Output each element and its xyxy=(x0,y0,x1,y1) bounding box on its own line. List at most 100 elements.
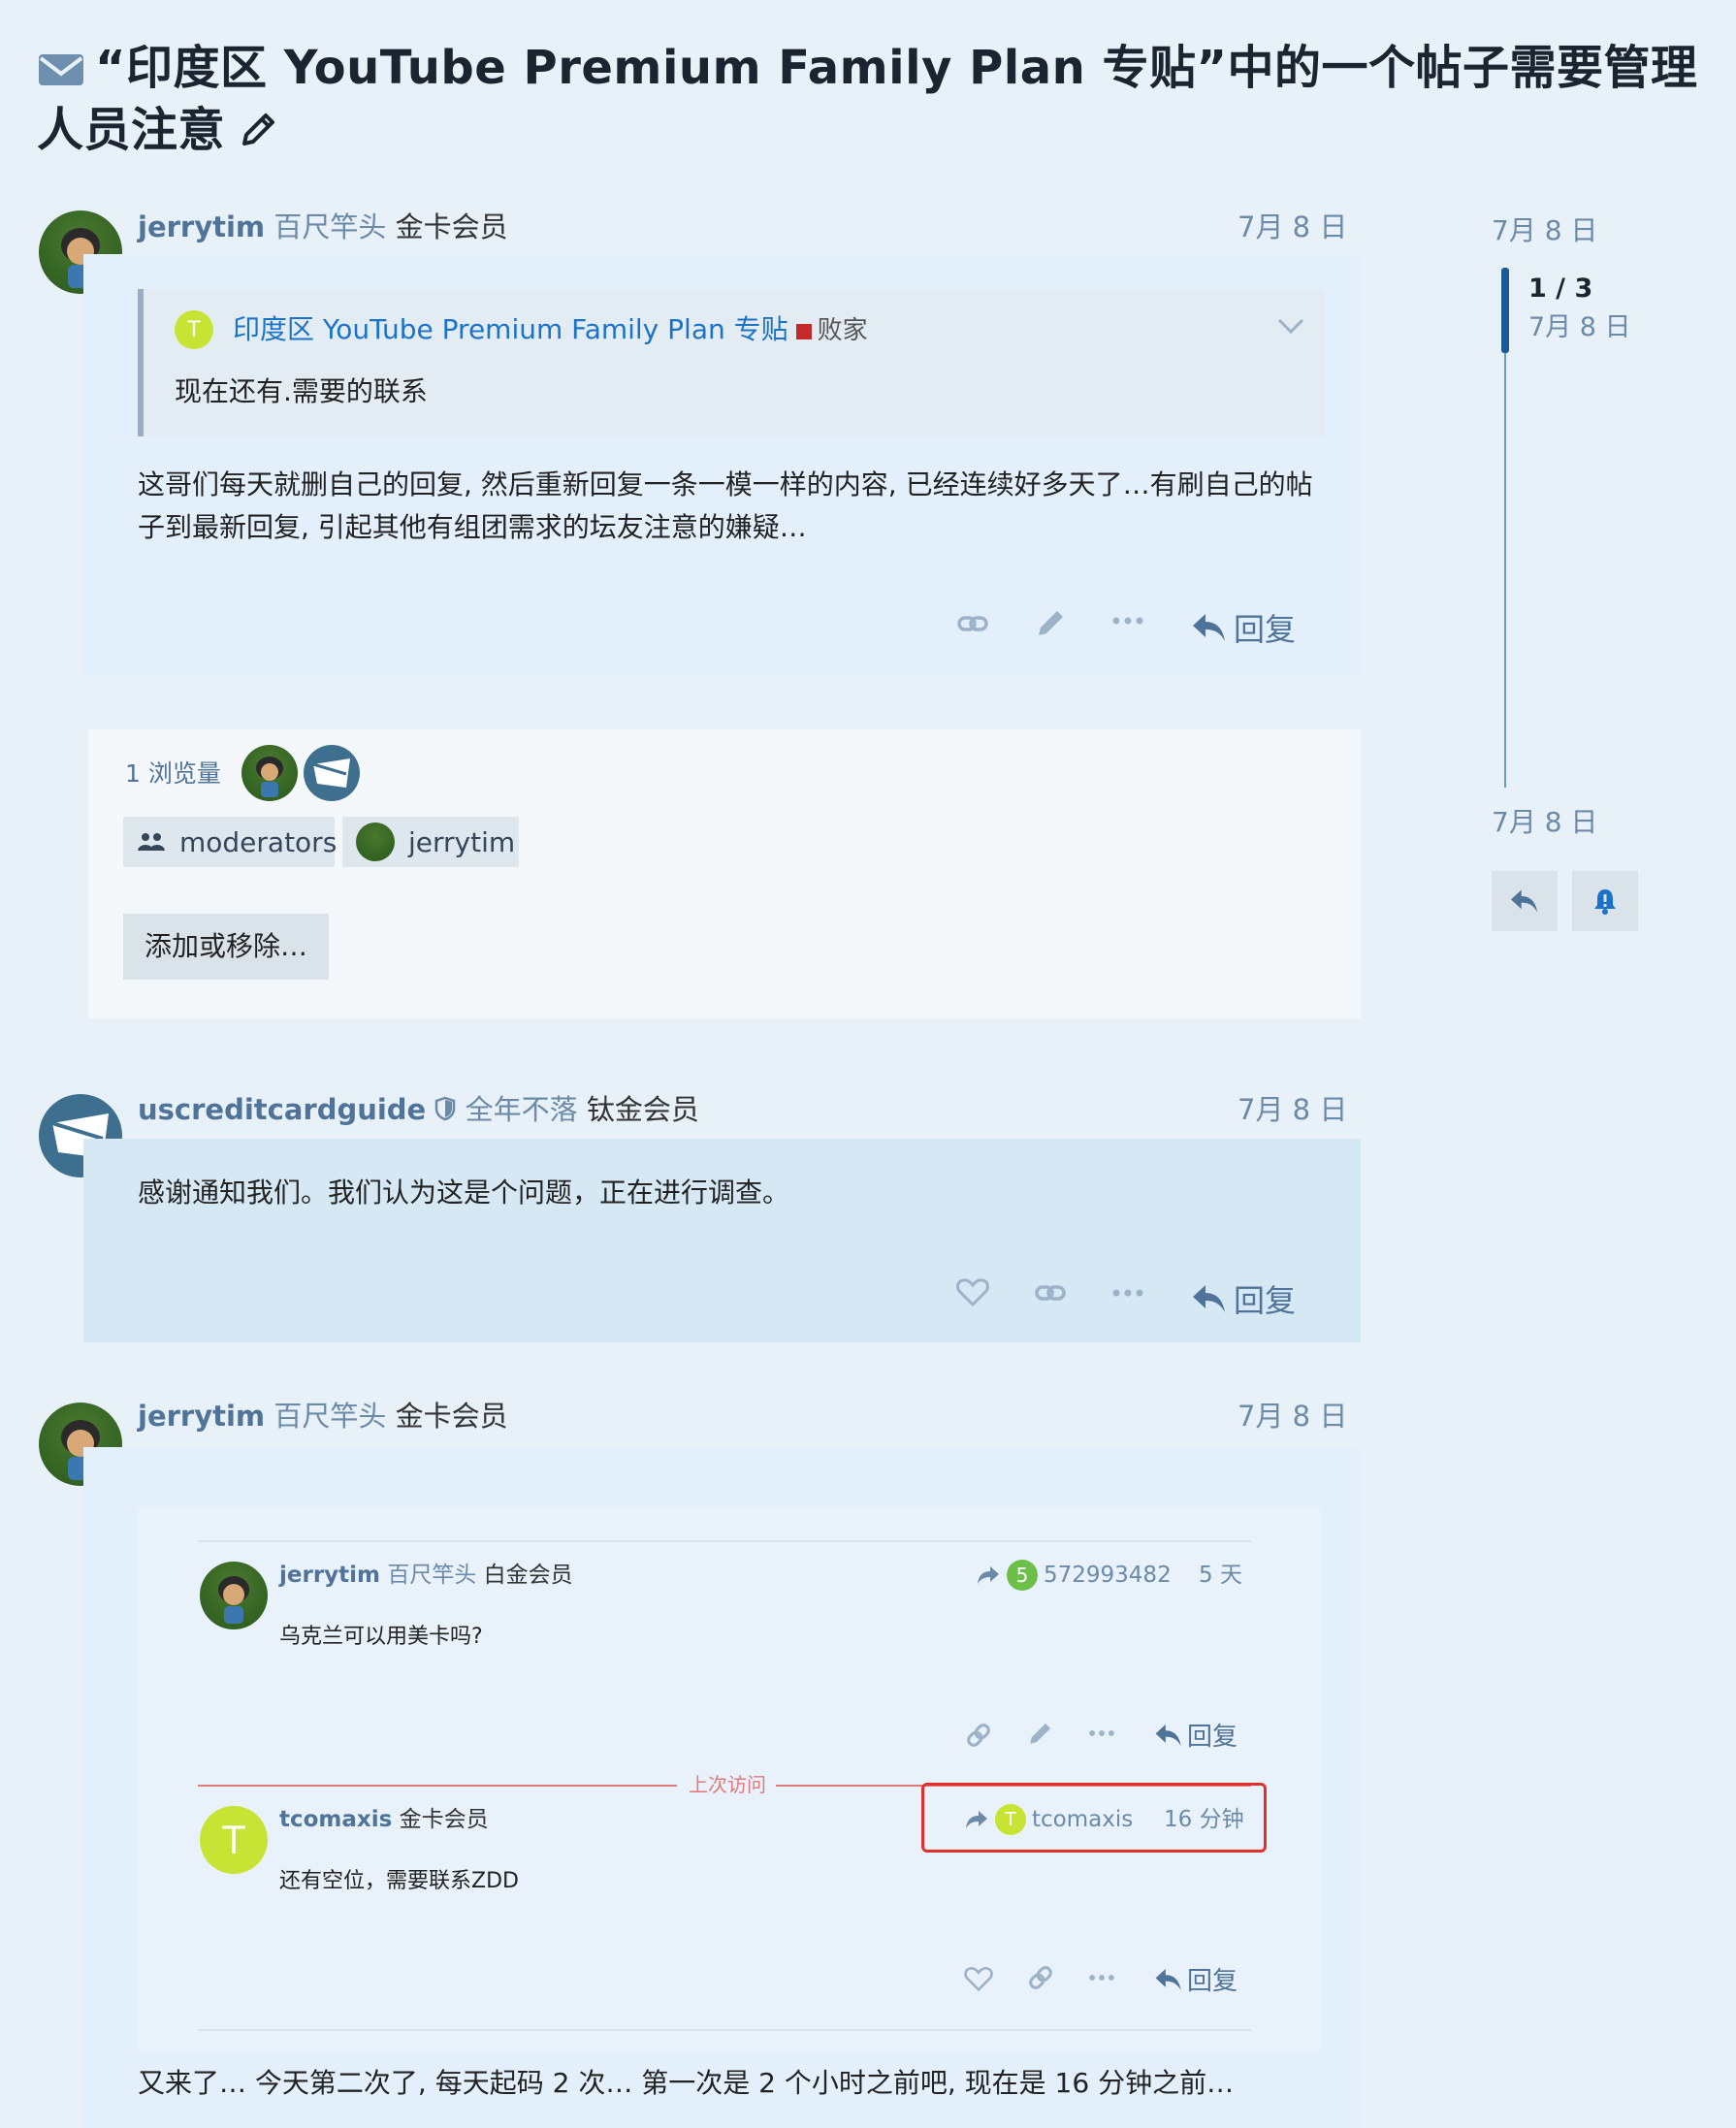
timeline-track[interactable] xyxy=(1504,353,1506,788)
edit-icon[interactable] xyxy=(1026,1719,1055,1748)
username[interactable]: uscreditcardguide xyxy=(138,1093,426,1126)
quote-category[interactable]: 败家 xyxy=(818,316,868,345)
reply-label: 回复 xyxy=(1234,1282,1297,1319)
embedded-age[interactable]: 16 分钟 xyxy=(1164,1804,1244,1835)
timeline-position: 1 / 3 xyxy=(1528,274,1593,304)
username[interactable]: jerrytim xyxy=(138,210,265,243)
timeline-position-date: 7月 8 日 xyxy=(1528,312,1631,342)
chip-jerrytim[interactable]: jerrytim xyxy=(342,817,519,867)
embedded-2-author: tcomaxis 金卡会员 xyxy=(279,1804,489,1835)
quote-header: 印度区 YouTube Premium Family Plan 专贴 败家 xyxy=(233,308,868,352)
post-text: 又来了… 今天第二次了, 每天起码 2 次… 第一次是 2 个小时之前吧, 现在… xyxy=(138,2067,1235,2099)
bell-icon xyxy=(1591,887,1619,916)
quote-text: 现在还有.需要的联系 xyxy=(175,375,428,407)
participant-avatar-uscreditcardguide[interactable] xyxy=(304,745,360,801)
last-visit-line-left xyxy=(198,1785,677,1787)
reply-button[interactable]: 回复 xyxy=(1191,605,1296,650)
participants-panel: 1 浏览量 moderators jerrytim 添加或移除… xyxy=(88,729,1361,1018)
post-2-author: uscreditcardguide 全年不落 钛金会员 xyxy=(138,1090,699,1129)
divider xyxy=(198,2029,1251,2031)
embedded-text: 乌克兰可以用美卡吗? xyxy=(279,1625,483,1649)
add-remove-button[interactable]: 添加或移除… xyxy=(123,914,329,980)
user-title: 百尺竿头 xyxy=(273,1400,387,1433)
reply-button[interactable]: 回复 xyxy=(1154,1717,1238,1753)
reply-label: 回复 xyxy=(1187,1723,1238,1752)
divider xyxy=(198,1540,1251,1542)
user-title: 百尺竿头 xyxy=(387,1563,477,1588)
reply-to-avatar: 5 xyxy=(1007,1560,1038,1591)
edit-icon[interactable] xyxy=(1034,605,1069,640)
notification-button[interactable] xyxy=(1572,871,1638,931)
post-date[interactable]: 7月 8 日 xyxy=(1238,208,1347,246)
quote-topic-link[interactable]: 印度区 YouTube Premium Family Plan 专贴 xyxy=(233,313,788,345)
more-icon[interactable] xyxy=(1088,1728,1115,1738)
post-date[interactable]: 7月 8 日 xyxy=(1238,1397,1347,1435)
topic-title: “印度区 YouTube Premium Family Plan 专贴”中的一个… xyxy=(37,37,1724,161)
user-group[interactable]: 白金会员 xyxy=(484,1563,573,1588)
reply-label: 回复 xyxy=(1234,611,1297,648)
chip-avatar xyxy=(356,822,395,861)
share-arrow-icon xyxy=(964,1809,989,1830)
username[interactable]: jerrytim xyxy=(279,1563,380,1588)
reply-to-name: tcomaxis xyxy=(1032,1807,1134,1832)
embedded-text: 还有空位，需要联系ZDD xyxy=(279,1869,519,1893)
edit-title-icon[interactable] xyxy=(237,109,279,151)
reply-label: 回复 xyxy=(1187,1967,1238,1996)
chip-label: jerrytim xyxy=(408,825,516,858)
link-icon[interactable] xyxy=(964,1721,993,1750)
timeline-end-date[interactable]: 7月 8 日 xyxy=(1492,803,1597,842)
embedded-1-author: jerrytim 百尺竿头 白金会员 xyxy=(279,1560,573,1591)
embedded-age[interactable]: 5 天 xyxy=(1199,1560,1242,1591)
reply-to-avatar: T xyxy=(995,1804,1026,1835)
reply-icon xyxy=(1509,887,1540,915)
reply-icon xyxy=(1154,1966,1183,1993)
like-icon[interactable] xyxy=(956,1276,989,1307)
embedded-avatar-jerrytim[interactable] xyxy=(200,1562,268,1629)
envelope-icon xyxy=(37,50,85,89)
topic-title-text: “印度区 YouTube Premium Family Plan 专贴”中的一个… xyxy=(37,41,1698,157)
post-date[interactable]: 7月 8 日 xyxy=(1238,1090,1347,1129)
user-title: 百尺竿头 xyxy=(273,210,387,243)
moderator-shield-icon xyxy=(434,1096,456,1121)
reply-to-link[interactable]: 5 572993482 xyxy=(976,1560,1172,1591)
post-text: 这哥们每天就删自己的回复, 然后重新回复一条一模一样的内容, 已经连续好多天了…… xyxy=(138,468,1313,543)
quote: T 印度区 YouTube Premium Family Plan 专贴 败家 现… xyxy=(138,289,1325,436)
chip-moderators[interactable]: moderators xyxy=(123,817,338,867)
reply-button[interactable]: 回复 xyxy=(1154,1961,1238,1997)
post-3-author: jerrytim 百尺竿头 金卡会员 xyxy=(138,1397,508,1435)
username[interactable]: jerrytim xyxy=(138,1400,265,1433)
user-group[interactable]: 金卡会员 xyxy=(400,1807,489,1832)
timeline-handle[interactable] xyxy=(1501,268,1509,353)
reply-to-link[interactable]: T tcomaxis xyxy=(964,1804,1133,1835)
post-text: 感谢通知我们。我们认为这是个问题，正在进行调查。 xyxy=(138,1177,790,1209)
username[interactable]: tcomaxis xyxy=(279,1807,392,1832)
user-group[interactable]: 金卡会员 xyxy=(396,1400,508,1433)
share-arrow-icon xyxy=(976,1564,1001,1586)
participant-avatar-jerrytim[interactable] xyxy=(241,745,298,801)
timeline-start-date[interactable]: 7月 8 日 xyxy=(1492,211,1597,250)
reply-icon xyxy=(1154,1722,1183,1749)
link-icon[interactable] xyxy=(956,607,989,640)
views-count: 1 浏览量 xyxy=(125,759,221,788)
category-badge-icon xyxy=(795,324,812,339)
reply-button[interactable]: 回复 xyxy=(1191,1276,1296,1321)
chip-label: moderators xyxy=(179,825,338,858)
timeline-reply-button[interactable] xyxy=(1492,871,1558,931)
user-group[interactable]: 金卡会员 xyxy=(396,210,508,243)
user-group[interactable]: 钛金会员 xyxy=(587,1093,699,1126)
more-icon[interactable] xyxy=(1111,615,1144,627)
quote-expand-icon[interactable] xyxy=(1276,316,1305,336)
embedded-avatar-tcomaxis[interactable]: T xyxy=(200,1806,268,1874)
reply-icon xyxy=(1191,611,1228,644)
reply-to-name: 572993482 xyxy=(1044,1563,1172,1588)
group-icon xyxy=(137,831,166,853)
more-icon[interactable] xyxy=(1088,1973,1115,1983)
link-icon[interactable] xyxy=(1034,1276,1067,1309)
post-2-body xyxy=(83,1139,1361,1342)
quote-avatar: T xyxy=(175,310,213,349)
like-icon[interactable] xyxy=(964,1965,993,1992)
more-icon[interactable] xyxy=(1111,1287,1144,1299)
reply-icon xyxy=(1191,1282,1228,1315)
post-1-author: jerrytim 百尺竿头 金卡会员 xyxy=(138,208,508,246)
link-icon[interactable] xyxy=(1026,1963,1055,1992)
